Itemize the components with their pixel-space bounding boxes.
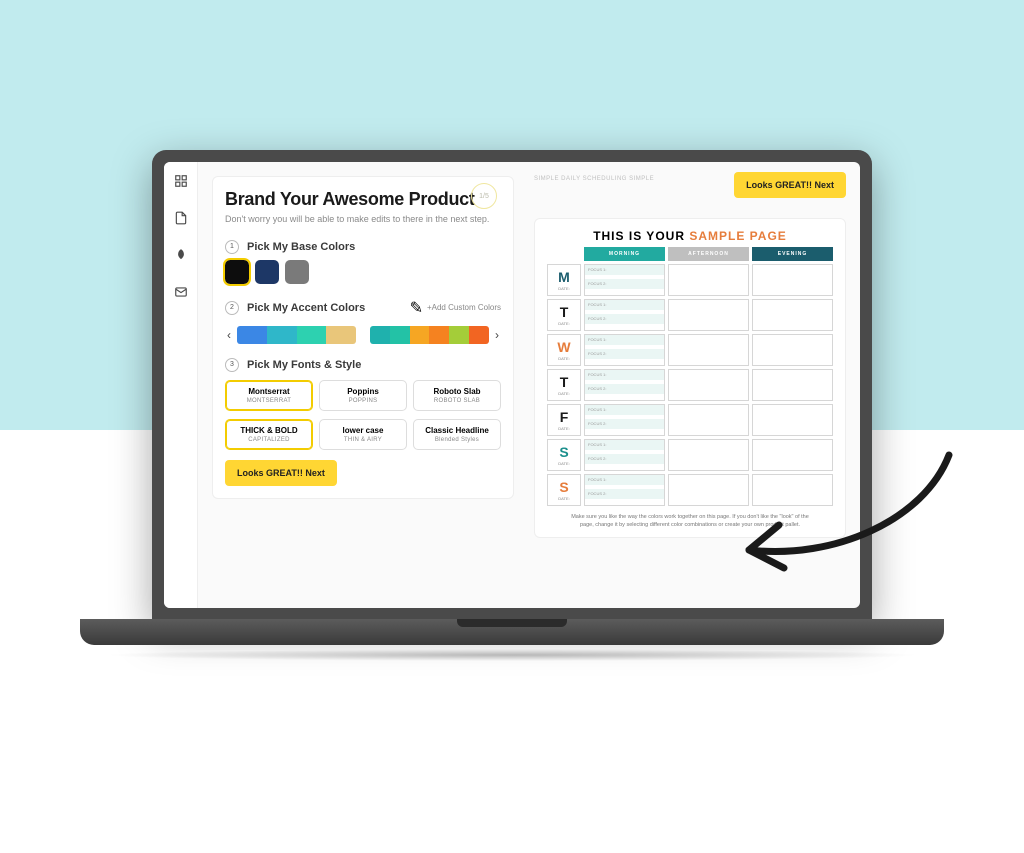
- planner-header-evening: EVENING: [752, 247, 833, 261]
- section-title-base: Pick My Base Colors: [247, 241, 355, 253]
- font-family-options: MontserratMONTSERRATPoppinsPOPPINSRoboto…: [225, 380, 501, 411]
- page-title: Brand Your Awesome Product: [225, 189, 501, 210]
- planner-slot: FOCUS 1:FOCUS 2:: [584, 334, 665, 366]
- planner-slot: FOCUS 1:FOCUS 2:: [584, 299, 665, 331]
- accent-color-segment[interactable]: [370, 326, 390, 344]
- planner-slot: [668, 369, 749, 401]
- font-option[interactable]: THICK & BOLDCAPITALIZED: [225, 419, 313, 450]
- day-label: FDATE:: [547, 404, 581, 436]
- planner-grid: MORNINGAFTERNOONEVENINGMDATE:FOCUS 1:FOC…: [547, 247, 833, 506]
- preview-panel: Looks GREAT!! Next SIMPLE DAILY SCHEDULI…: [528, 162, 860, 608]
- planner-slot: [668, 299, 749, 331]
- planner-slot: FOCUS 1:FOCUS 2:: [584, 439, 665, 471]
- laptop-shadow: [102, 649, 922, 661]
- laptop-mockup: 1/5 Brand Your Awesome Product Don't wor…: [80, 150, 944, 661]
- step-number-1: 1: [225, 240, 239, 254]
- dashboard-icon[interactable]: [174, 174, 188, 193]
- planner-slot: [752, 474, 833, 506]
- config-card: 1/5 Brand Your Awesome Product Don't wor…: [212, 176, 514, 499]
- screen-bezel: 1/5 Brand Your Awesome Product Don't wor…: [152, 150, 872, 620]
- prev-palette-icon[interactable]: ‹: [225, 328, 233, 342]
- planner-slot: FOCUS 1:FOCUS 2:: [584, 474, 665, 506]
- planner-header-afternoon: AFTERNOON: [668, 247, 749, 261]
- day-label: SDATE:: [547, 439, 581, 471]
- planner-slot: [752, 404, 833, 436]
- step-indicator: 1/5: [471, 183, 497, 209]
- day-label: TDATE:: [547, 299, 581, 331]
- planner-slot: [668, 439, 749, 471]
- next-button-bottom[interactable]: Looks GREAT!! Next: [225, 460, 337, 486]
- accent-color-segment[interactable]: [297, 326, 327, 344]
- planner-slot: [752, 334, 833, 366]
- planner-slot: [668, 334, 749, 366]
- mail-icon[interactable]: [174, 285, 188, 304]
- base-color-swatch[interactable]: [255, 260, 279, 284]
- accent-color-segment[interactable]: [429, 326, 449, 344]
- accent-palette-1[interactable]: [237, 326, 356, 344]
- accent-color-segment[interactable]: [237, 326, 267, 344]
- accent-color-segment[interactable]: [410, 326, 430, 344]
- planner-header-morning: MORNING: [584, 247, 665, 261]
- page-subtitle: Don't worry you will be able to make edi…: [225, 213, 501, 226]
- sidebar: [164, 162, 198, 608]
- font-style-options: THICK & BOLDCAPITALIZEDlower caseTHIN & …: [225, 419, 501, 450]
- section-fonts: 3 Pick My Fonts & Style MontserratMONTSE…: [225, 358, 501, 450]
- planner-slot: [668, 474, 749, 506]
- day-label: WDATE:: [547, 334, 581, 366]
- sample-page-title: THIS IS YOUR SAMPLE PAGE: [547, 229, 833, 243]
- day-label: MDATE:: [547, 264, 581, 296]
- planner-slot: [752, 299, 833, 331]
- font-option[interactable]: Roboto SlabROBOTO SLAB: [413, 380, 501, 411]
- step-number-2: 2: [225, 301, 239, 315]
- accent-color-segment[interactable]: [469, 326, 489, 344]
- planner-slot: [668, 264, 749, 296]
- accent-color-segment[interactable]: [267, 326, 297, 344]
- config-panel: 1/5 Brand Your Awesome Product Don't wor…: [198, 162, 528, 608]
- planner-slot: FOCUS 1:FOCUS 2:: [584, 404, 665, 436]
- accent-color-segment[interactable]: [390, 326, 410, 344]
- preview-card: THIS IS YOUR SAMPLE PAGE MORNINGAFTERNOO…: [534, 218, 846, 538]
- base-color-swatch[interactable]: [285, 260, 309, 284]
- step-number-3: 3: [225, 358, 239, 372]
- font-option[interactable]: Classic HeadlineBlended Styles: [413, 419, 501, 450]
- eyedropper-icon[interactable]: ✎: [410, 298, 423, 318]
- section-title-accent: Pick My Accent Colors: [247, 302, 365, 314]
- font-option[interactable]: PoppinsPOPPINS: [319, 380, 407, 411]
- day-label: TDATE:: [547, 369, 581, 401]
- planner-slot: FOCUS 1:FOCUS 2:: [584, 369, 665, 401]
- base-color-swatch[interactable]: [225, 260, 249, 284]
- accent-color-segment[interactable]: [326, 326, 356, 344]
- planner-slot: [668, 404, 749, 436]
- section-title-fonts: Pick My Fonts & Style: [247, 359, 361, 371]
- planner-slot: [752, 369, 833, 401]
- planner-slot: [752, 264, 833, 296]
- document-icon[interactable]: [174, 211, 188, 230]
- section-base-colors: 1 Pick My Base Colors: [225, 240, 501, 284]
- day-label: SDATE:: [547, 474, 581, 506]
- font-option[interactable]: MontserratMONTSERRAT: [225, 380, 313, 411]
- next-palette-icon[interactable]: ›: [493, 328, 501, 342]
- planner-slot: FOCUS 1:FOCUS 2:: [584, 264, 665, 296]
- base-swatch-row: [225, 260, 501, 284]
- planner-slot: [752, 439, 833, 471]
- accent-palette-carousel: ‹ ›: [225, 326, 501, 344]
- app-screen: 1/5 Brand Your Awesome Product Don't wor…: [164, 162, 860, 608]
- font-option[interactable]: lower caseTHIN & AIRY: [319, 419, 407, 450]
- accent-color-segment[interactable]: [449, 326, 469, 344]
- add-custom-colors-link[interactable]: +Add Custom Colors: [427, 303, 501, 312]
- laptop-base: [80, 619, 944, 645]
- accent-palette-2[interactable]: [370, 326, 489, 344]
- preview-note: Make sure you like the way the colors wo…: [547, 514, 833, 529]
- section-accent-colors: 2 Pick My Accent Colors ✎ +Add Custom Co…: [225, 298, 501, 344]
- next-button-top[interactable]: Looks GREAT!! Next: [734, 172, 846, 198]
- rocket-icon[interactable]: [174, 248, 188, 267]
